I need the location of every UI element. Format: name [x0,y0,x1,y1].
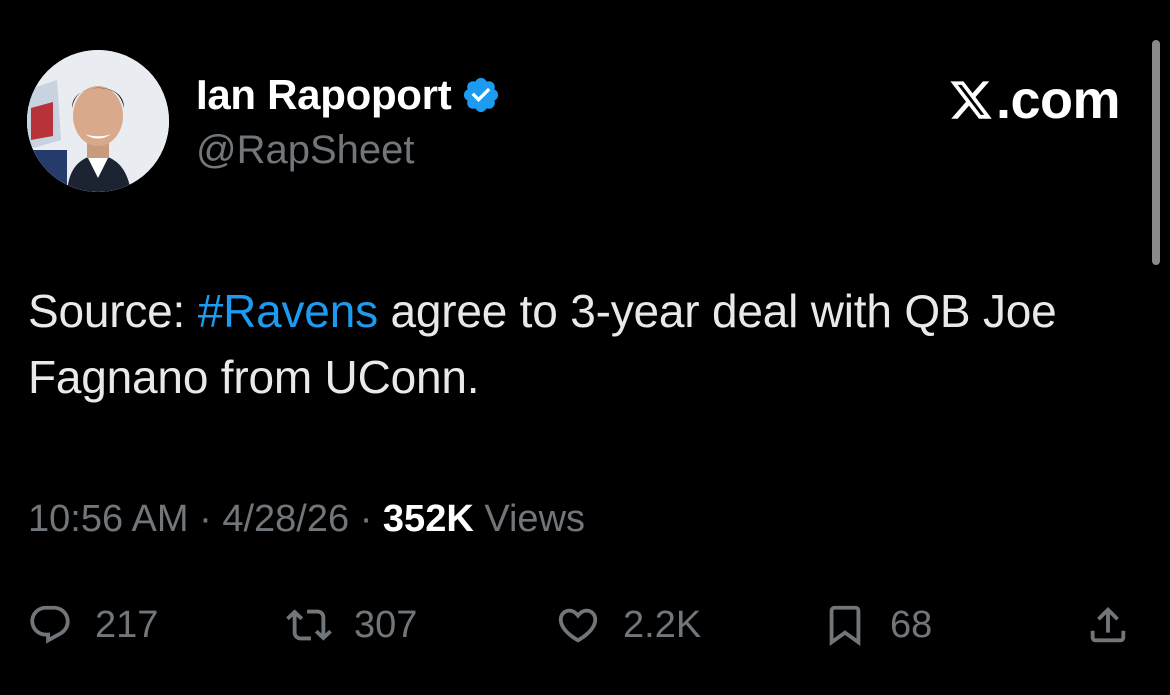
views-count: 352K [382,498,474,540]
share-icon [1085,602,1131,648]
author-row[interactable]: Ian Rapoport [196,70,501,120]
reply-icon [27,602,73,648]
bookmark-button[interactable]: 68 [822,595,932,655]
tweet-text-prefix: Source: [28,285,198,337]
tweet-text: Source: #Ravens agree to 3-year deal wit… [28,278,1143,410]
meta-separator: · [199,498,212,540]
x-logo-icon [948,77,994,123]
action-bar: 217 307 2.2K 68 [0,595,1170,655]
hashtag-link[interactable]: #Ravens [198,285,378,337]
like-button[interactable]: 2.2K [555,595,701,655]
retweet-icon [286,602,332,648]
verified-badge-icon [461,75,501,115]
avatar-photo [27,50,169,192]
tweet-meta: 10:56 AM · 4/28/26 · 352K Views [28,498,585,541]
share-button[interactable] [1085,595,1131,655]
retweet-count: 307 [354,603,418,646]
avatar[interactable] [27,50,169,192]
heart-icon [555,602,601,648]
reply-button[interactable]: 217 [27,595,158,655]
tweet-time[interactable]: 10:56 AM [28,498,189,540]
like-count: 2.2K [623,603,702,646]
scrollbar[interactable] [1152,40,1160,265]
bookmark-count: 68 [890,603,933,646]
retweet-button[interactable]: 307 [286,595,417,655]
author-name[interactable]: Ian Rapoport [196,71,452,119]
author-handle[interactable]: @RapSheet [196,128,415,173]
views-label: Views [484,498,586,540]
tweet-date[interactable]: 4/28/26 [222,498,349,540]
brand-text: .com [995,70,1121,130]
reply-count: 217 [95,603,159,646]
bookmark-icon [822,602,868,648]
brand-logo: .com [948,70,1121,130]
meta-separator: · [359,498,373,540]
